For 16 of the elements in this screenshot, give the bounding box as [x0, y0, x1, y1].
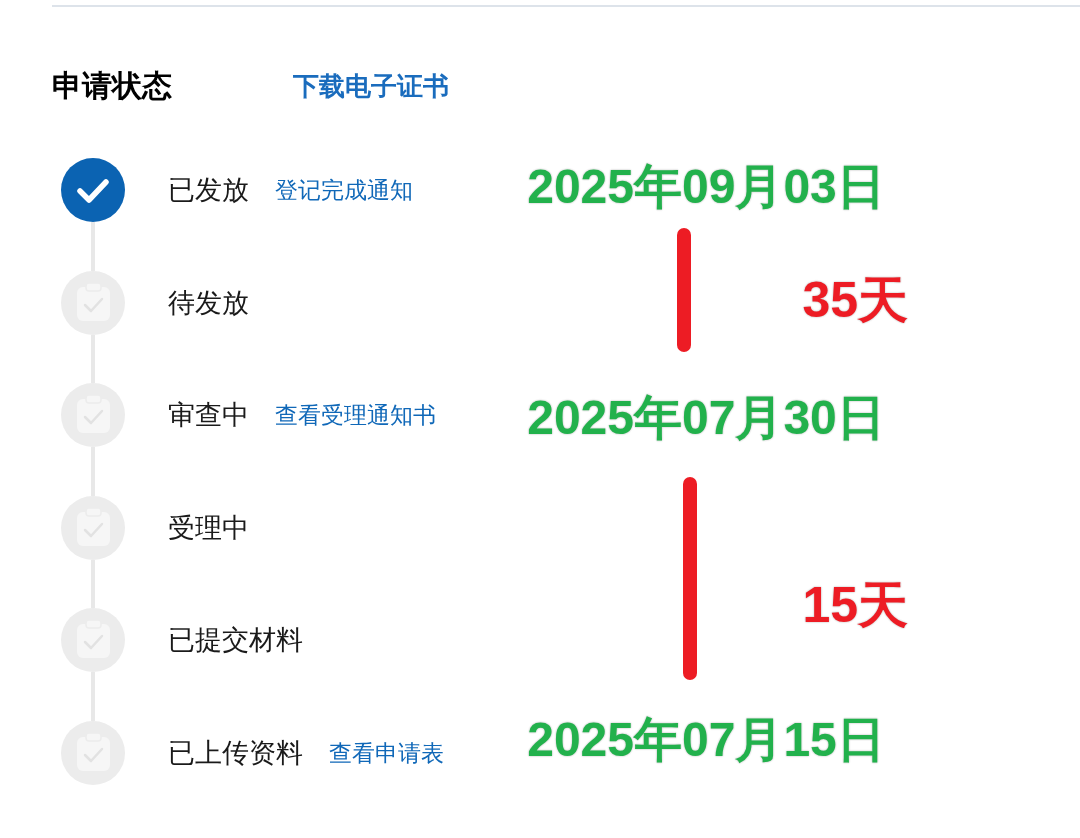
step-link[interactable]: 登记完成通知	[275, 174, 413, 206]
step-label: 受理中	[168, 511, 249, 545]
step-link[interactable]: 查看申请表	[329, 736, 444, 769]
step-label: 已提交材料	[168, 624, 303, 658]
step-label: 待发放	[168, 286, 249, 320]
download-certificate-link[interactable]: 下载电子证书	[293, 66, 449, 106]
duration-label: 35天	[802, 271, 908, 330]
annotation-date: 2025年07月15日	[527, 712, 885, 768]
annotation-date: 2025年07月30日	[527, 390, 885, 446]
step-label: 已发放	[168, 174, 249, 207]
section-title: 申请状态	[52, 68, 173, 104]
step-link[interactable]: 查看受理通知书	[275, 399, 436, 432]
duration-label: 15天	[802, 576, 908, 635]
step-label: 审查中	[168, 399, 249, 433]
step-label: 已上传资料	[168, 736, 303, 770]
annotation-date: 2025年09月03日	[527, 159, 885, 215]
